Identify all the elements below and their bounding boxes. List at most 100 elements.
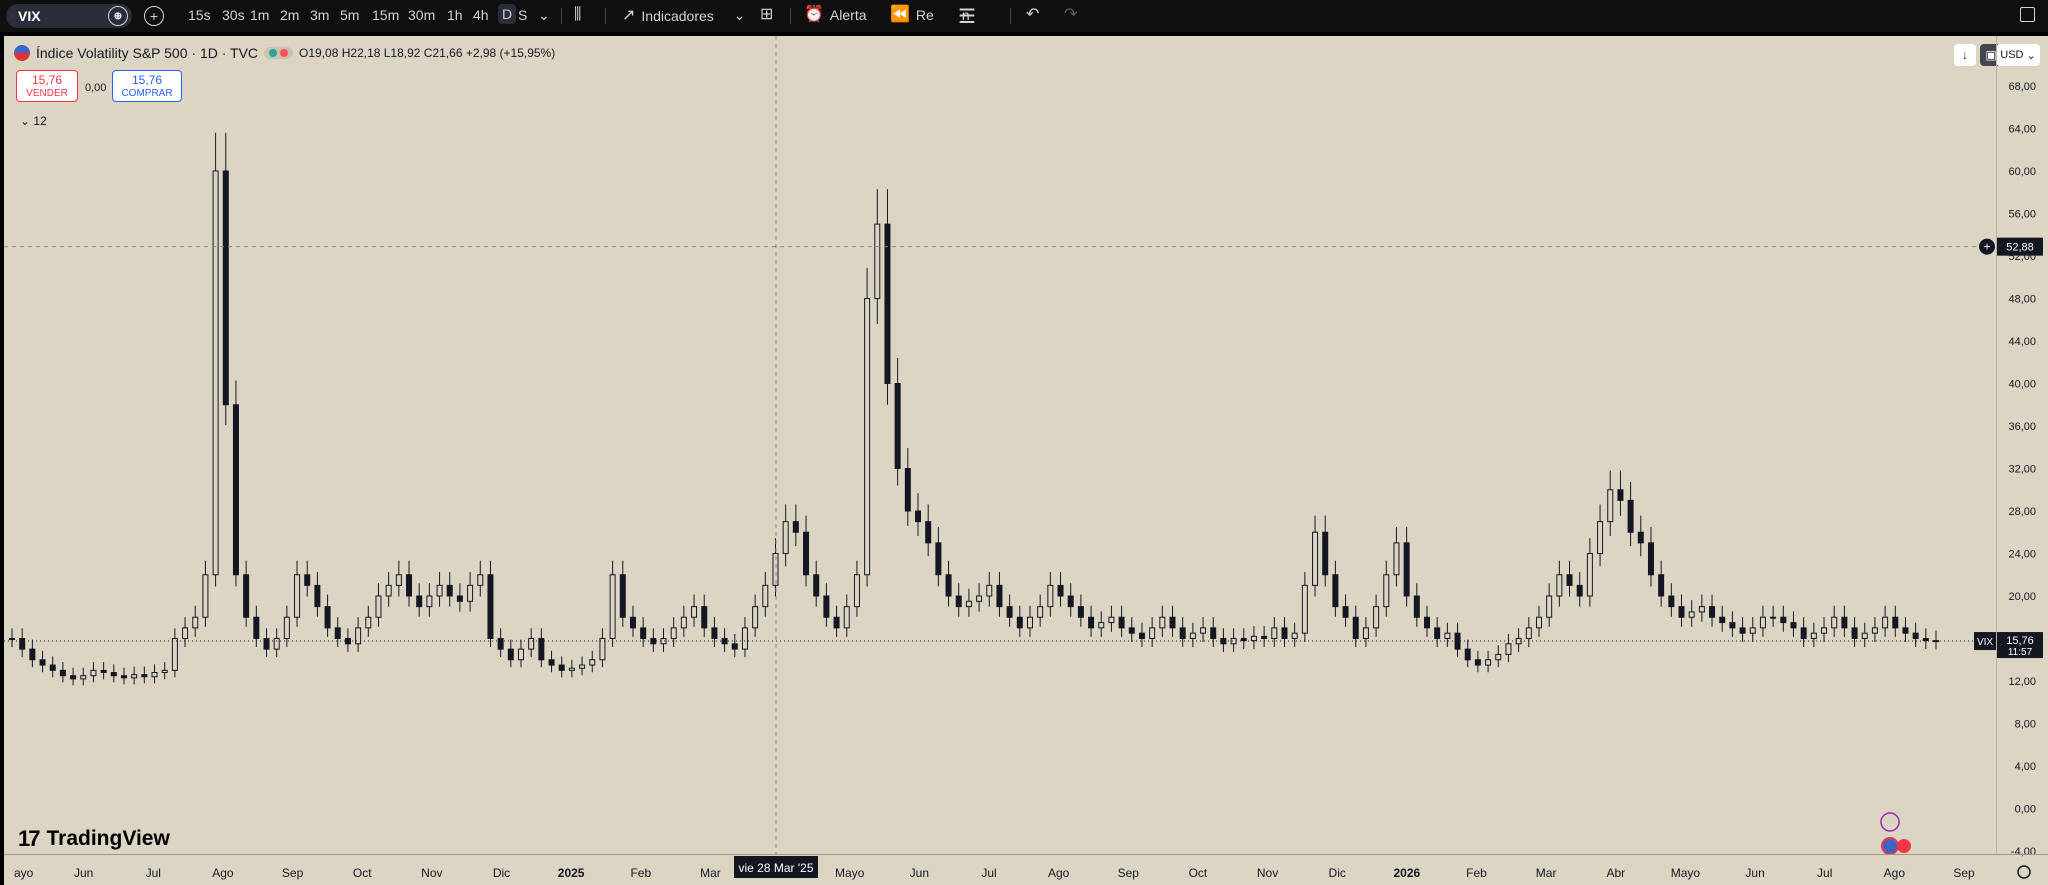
undo-button[interactable]: ↶ [1026,7,1039,23]
chart-pane[interactable]: 68,00 64,00 60,00 56,00 52,00 48,00 44,00 40,00… [4,36,2048,885]
legend-status-pill[interactable] [264,47,294,59]
indicators-collapse[interactable]: ⌄ 12 [20,114,47,128]
candle-body [1149,627,1156,639]
timeframe-5m[interactable]: 5m [340,7,359,23]
buy-price: 15,76 [131,73,163,87]
candle-body [548,659,555,666]
candle-body [232,404,239,576]
candle-body [528,638,535,650]
plus-icon: + [1983,240,1990,254]
candle-body [161,669,168,673]
candle-body [273,638,280,650]
candle-body [100,669,107,673]
legend-title[interactable]: Índice Volatility S&P 500 · 1D · TVC [36,45,258,61]
time-axis[interactable] [4,854,2048,885]
timeframe-1h[interactable]: 1h [447,7,463,23]
last-price-symbol: VIX [1977,637,1993,648]
candle-body [39,659,46,666]
indicators-button[interactable]: ↗ Indicadores ⌄ [622,7,746,24]
candle-body [182,627,189,639]
timeframe-S[interactable]: S [518,7,527,23]
candle-body [1678,606,1685,618]
candlestick-plot: 68,0064,0060,0056,0052,0048,0044,0040,00… [4,36,2043,880]
candle-body [1668,595,1675,608]
candle-body [1424,616,1431,629]
candle-body [1261,635,1268,639]
timeframe-30m[interactable]: 30m [408,7,435,23]
logo-text: TradingView [46,827,170,850]
buy-button[interactable]: 15,76 COMPRAR [112,70,182,102]
candle-body [853,574,860,608]
candle-body [334,627,341,639]
candle-body [1597,521,1604,554]
candle-body [1617,489,1624,501]
spread-value: 0,00 [85,82,107,94]
candle-body [1383,574,1390,608]
redo-button[interactable]: ↷ [1064,7,1077,23]
square-icon: ▣ [1985,48,1997,62]
alarm-clock-icon: ⏰ [804,6,824,23]
candle-body [558,664,565,671]
arrow-down-icon: ↓ [1962,48,1968,62]
drag-handle-icon[interactable]: ☰ [958,4,976,29]
candle-body [609,574,616,639]
candle-body [29,648,36,661]
symbol-search[interactable]: VIX ⊕ [6,4,132,28]
candle-body [874,223,881,299]
candle-body [1627,499,1634,533]
candle-body [1169,616,1176,629]
timeframe-15s[interactable]: 15s [188,7,211,23]
candle-body [263,638,270,650]
timeframe-4h[interactable]: 4h [473,7,489,23]
candle-body [1220,638,1227,645]
sell-price: 15,76 [31,73,63,87]
candle-body [772,553,779,586]
chart-legend: Índice Volatility S&P 500 · 1D · TVC O19… [14,45,555,61]
candle-body [446,584,453,597]
candle-body [711,627,718,639]
candle-body [670,627,677,639]
add-symbol-button[interactable]: + [144,6,164,26]
fullscreen-button[interactable] [2020,7,2035,22]
candle-body [1098,622,1105,629]
candle-body [823,595,830,618]
candle-body [701,606,708,629]
market-status-icon [269,49,278,57]
indicators-label: Indicadores [641,7,714,24]
chart-type-button[interactable]: ⫼ [574,7,581,23]
tradingview-logo[interactable]: 17 TradingView [18,826,170,852]
candle-body [436,584,443,597]
candle-body [1871,627,1878,634]
timeframe-dropdown-icon[interactable]: ⌄ [538,7,550,24]
tv-logo-icon: 17 [18,826,41,851]
timeframe-D[interactable]: D [498,4,517,24]
data-status-icon [280,49,289,57]
timeframe-30s[interactable]: 30s [222,7,245,23]
compare-symbol-icon[interactable]: ⊕ [108,6,128,26]
candle-body [1118,616,1125,629]
candle-body [385,584,392,597]
legend-ohlc: O19,08 H22,18 L18,92 C21,66 +2,98 (+15,9… [299,46,556,60]
candle-body [1688,611,1695,618]
candle-body [1444,632,1451,639]
sell-button[interactable]: 15,76 VENDER [16,70,78,102]
timeframe-1m[interactable]: 1m [250,7,269,23]
timeframe-3m[interactable]: 3m [310,7,329,23]
candle-body [406,574,413,597]
candle-body [945,574,952,597]
alert-button[interactable]: ⏰ Alerta [804,6,867,24]
candle-body [1189,632,1196,639]
timeframe-15m[interactable]: 15m [372,7,399,23]
candle-body [1464,648,1471,661]
candle-body [660,638,667,645]
scroll-down-button[interactable]: ↓ [1954,44,1976,66]
layouts-button[interactable]: ⊞ [760,7,773,23]
candle-body [19,638,26,650]
candle-body [1006,606,1013,618]
price-scale[interactable] [1996,36,2048,854]
candle-body [762,584,769,608]
candle-body [192,616,199,629]
candle-body [1800,627,1807,639]
timeframe-2m[interactable]: 2m [280,7,299,23]
candle-body [538,638,545,661]
